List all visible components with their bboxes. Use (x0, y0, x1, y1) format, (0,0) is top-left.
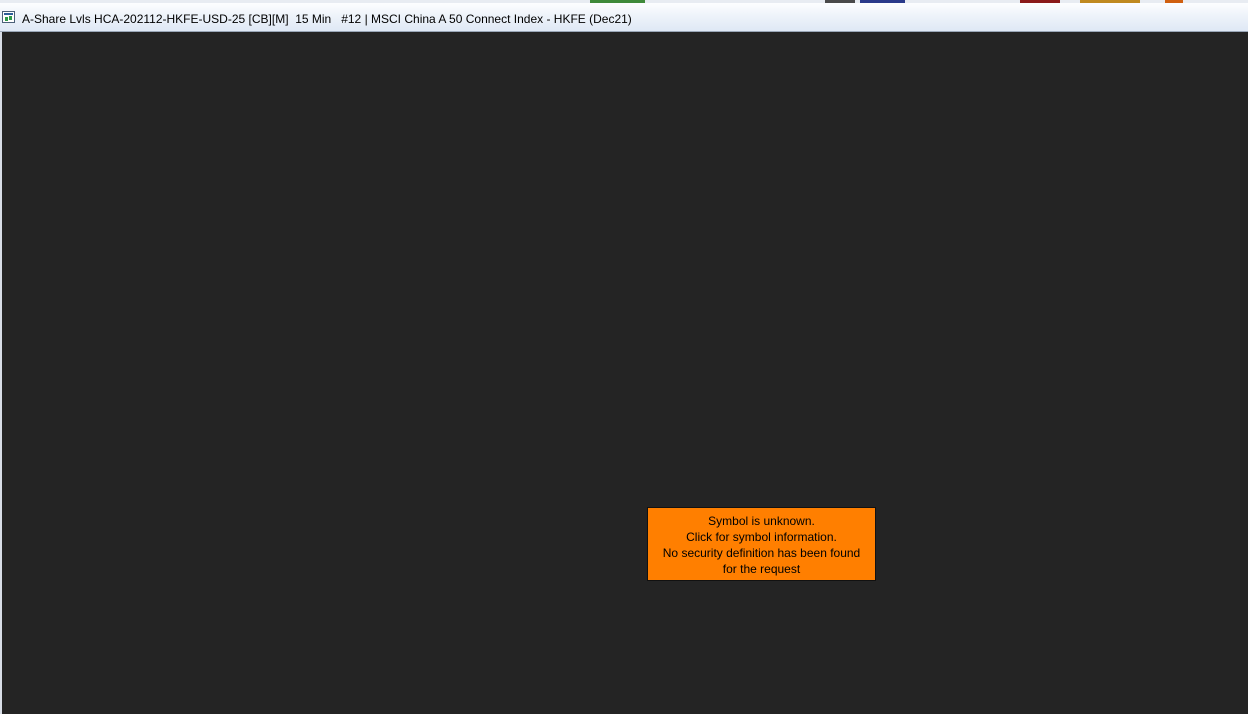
alert-line-2: Click for symbol information. (686, 530, 837, 544)
symbol-unknown-alert[interactable]: Symbol is unknown. Click for symbol info… (647, 507, 876, 581)
window-title: A-Share Lvls HCA-202112-HKFE-USD-25 [CB]… (22, 12, 632, 26)
alert-line-1: Symbol is unknown. (708, 514, 815, 528)
chart-window: A-Share Lvls HCA-202112-HKFE-USD-25 [CB]… (0, 0, 1248, 714)
alert-line-3: No security definition has been found (662, 546, 861, 560)
alert-line-4: for the request (722, 562, 801, 576)
chart-area[interactable] (0, 32, 1248, 714)
chart-window-icon[interactable] (2, 11, 15, 23)
title-bar[interactable]: A-Share Lvls HCA-202112-HKFE-USD-25 [CB]… (0, 3, 1248, 32)
